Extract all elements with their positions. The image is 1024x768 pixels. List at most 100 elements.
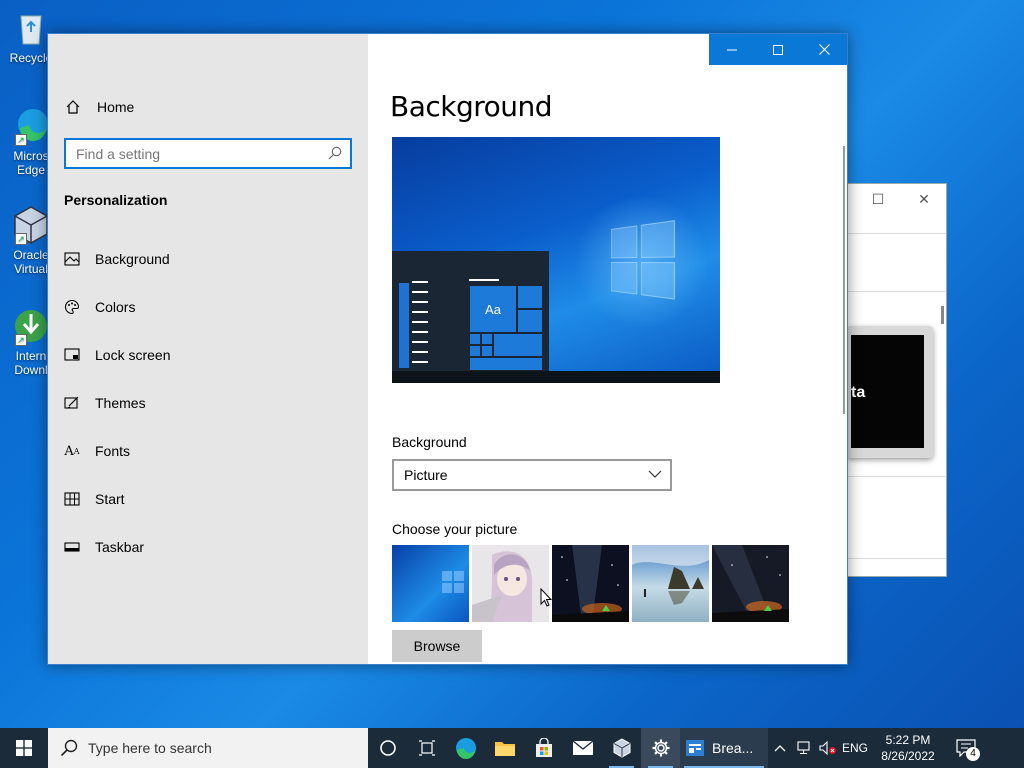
preview-start-menu: Aa xyxy=(392,251,549,372)
windows-logo-icon xyxy=(611,220,677,302)
nav-label: Colors xyxy=(95,299,136,315)
background-label: Background xyxy=(392,434,467,450)
taskbar-app-settings[interactable] xyxy=(641,728,680,768)
picture-thumbnail-anime[interactable] xyxy=(472,545,549,622)
nav-item-themes[interactable]: Themes xyxy=(64,391,354,415)
edge-icon: ↗ xyxy=(11,106,51,146)
maximize-icon[interactable]: ☐ xyxy=(863,188,893,210)
task-view-icon xyxy=(418,740,435,756)
action-center-button[interactable]: 4 xyxy=(946,728,986,768)
picture-thumbnail-milky-way[interactable] xyxy=(552,545,629,622)
picture-thumbnail-beach-rocks[interactable] xyxy=(632,545,709,622)
lock-screen-icon xyxy=(64,347,80,363)
task-view-button[interactable] xyxy=(407,728,446,768)
maximize-icon xyxy=(773,44,783,55)
cortana-button[interactable] xyxy=(368,728,407,768)
nav-label: Start xyxy=(95,491,125,507)
clock-date: 8/26/2022 xyxy=(881,749,935,763)
show-hidden-icons-button[interactable] xyxy=(768,728,792,768)
input-language-button[interactable]: ENG xyxy=(840,728,870,768)
preview-tile-text: Aa xyxy=(485,301,501,317)
picture-thumbnail-windows[interactable] xyxy=(392,545,469,622)
taskbar: Type here to search Brea... ENG 5:22 PM xyxy=(0,728,1024,768)
search-setting-box[interactable] xyxy=(64,138,352,169)
taskbar-app-virtualbox[interactable] xyxy=(602,728,641,768)
choose-picture-label: Choose your picture xyxy=(392,521,518,537)
nav-item-colors[interactable]: Colors xyxy=(64,295,354,319)
windows-logo-icon xyxy=(16,740,32,756)
volume-button[interactable] xyxy=(816,728,840,768)
volume-muted-icon xyxy=(819,741,836,755)
picture-thumbnail-night-sky[interactable] xyxy=(712,545,789,622)
section-title: Personalization xyxy=(64,192,168,208)
nav-item-fonts[interactable]: AA Fonts xyxy=(64,439,354,463)
nav-label: Fonts xyxy=(95,443,131,459)
settings-content: Background Aa Background Picture Choose … xyxy=(368,34,847,664)
themes-icon xyxy=(64,395,80,411)
taskbar-app-edge[interactable] xyxy=(446,728,485,768)
divider xyxy=(847,558,946,559)
divider xyxy=(847,233,946,234)
start-button[interactable] xyxy=(0,728,48,768)
search-icon[interactable] xyxy=(328,146,342,160)
maximize-button[interactable] xyxy=(755,34,801,65)
taskbar-search-box[interactable]: Type here to search xyxy=(48,728,368,768)
minimize-icon xyxy=(727,49,737,50)
home-icon xyxy=(66,100,80,114)
nav-item-start[interactable]: Start xyxy=(64,487,354,511)
settings-window[interactable]: Home Personalization Background Colors L… xyxy=(47,33,848,665)
content-scrollbar[interactable] xyxy=(843,146,845,414)
nav-label: Themes xyxy=(95,395,146,411)
taskbar-app-label: Brea... xyxy=(712,740,754,756)
close-icon[interactable]: ✕ xyxy=(909,188,939,210)
background-dropdown-value: Picture xyxy=(404,467,448,483)
shortcut-arrow-icon: ↗ xyxy=(15,334,27,346)
virtualbox-icon: ↗ xyxy=(11,205,51,245)
nav-item-taskbar[interactable]: Taskbar xyxy=(64,535,354,559)
taskbar-search-placeholder: Type here to search xyxy=(88,740,212,756)
download-manager-icon: ↗ xyxy=(11,306,51,346)
shortcut-arrow-icon: ↗ xyxy=(15,134,27,146)
background-window[interactable]: ☐ ✕ ta xyxy=(846,183,947,577)
cortana-circle-icon xyxy=(379,740,396,756)
scrollbar-thumb[interactable] xyxy=(941,306,944,324)
edge-icon xyxy=(455,738,476,759)
mail-icon xyxy=(572,740,593,755)
taskbar-app-store[interactable] xyxy=(524,728,563,768)
input-language-label: ENG xyxy=(841,741,868,755)
mouse-cursor-icon xyxy=(540,588,552,607)
chevron-down-icon xyxy=(648,470,662,478)
fragment-text: ta xyxy=(851,384,866,401)
divider xyxy=(847,476,946,477)
background-preview: Aa xyxy=(392,137,720,383)
minimize-button[interactable] xyxy=(709,34,755,65)
nav-item-background[interactable]: Background xyxy=(64,247,354,271)
dark-preview-tile: ta xyxy=(847,326,933,458)
taskbar-app-breakout[interactable]: Brea... xyxy=(680,728,768,768)
close-icon xyxy=(818,44,830,55)
clock[interactable]: 5:22 PM 8/26/2022 xyxy=(870,728,946,768)
search-setting-input[interactable] xyxy=(76,145,316,162)
app-window-icon xyxy=(686,740,704,756)
taskbar-app-file-explorer[interactable] xyxy=(485,728,524,768)
picture-icon xyxy=(64,251,80,267)
chevron-up-icon xyxy=(774,745,786,752)
notification-count-badge: 4 xyxy=(966,747,980,761)
nav-item-lock-screen[interactable]: Lock screen xyxy=(64,343,354,367)
taskbar-app-mail[interactable] xyxy=(563,728,602,768)
settings-sidebar: Home Personalization Background Colors L… xyxy=(48,34,368,664)
clock-time: 5:22 PM xyxy=(885,733,931,747)
nav-label: Taskbar xyxy=(95,539,145,555)
nav-label: Lock screen xyxy=(95,347,171,363)
nav-label: Background xyxy=(95,251,170,267)
folder-icon xyxy=(494,742,515,756)
background-dropdown[interactable]: Picture xyxy=(392,459,672,491)
window-controls xyxy=(709,34,847,65)
close-button[interactable] xyxy=(801,34,847,65)
gear-icon xyxy=(652,739,669,757)
network-button[interactable] xyxy=(792,728,816,768)
browse-button[interactable]: Browse xyxy=(392,630,482,662)
fonts-icon: AA xyxy=(64,443,80,459)
home-link[interactable]: Home xyxy=(65,96,134,118)
palette-icon xyxy=(64,299,80,315)
